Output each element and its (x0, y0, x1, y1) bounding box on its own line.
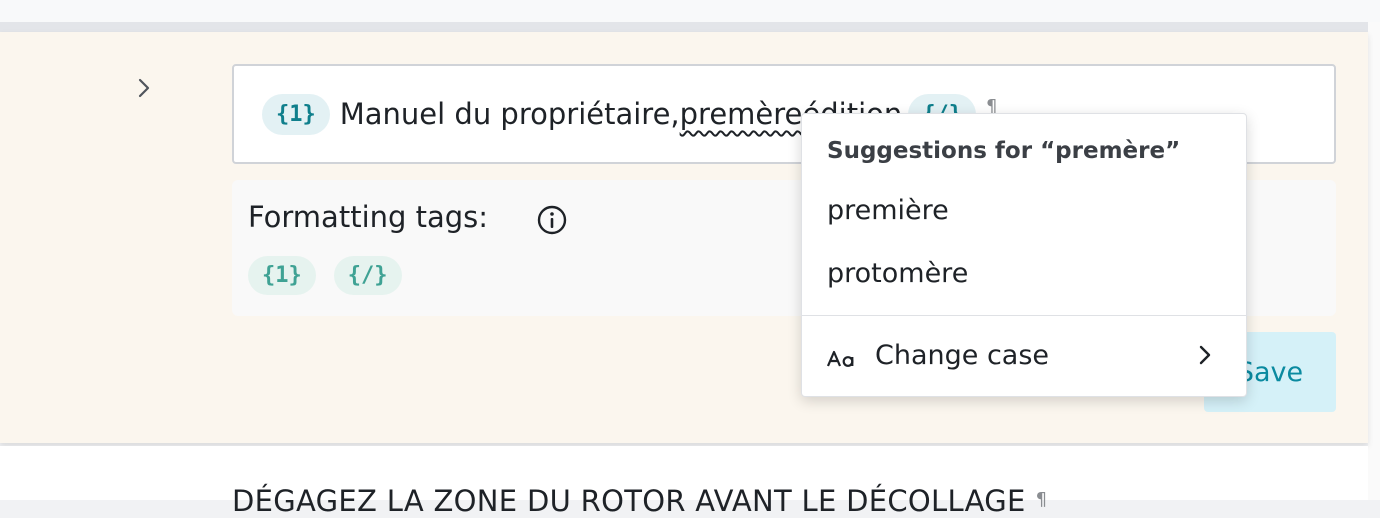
formatting-tags-label: Formatting tags: (248, 200, 489, 234)
spellcheck-context-menu: Suggestions for “premère” première proto… (801, 113, 1247, 397)
info-circle-icon[interactable] (536, 204, 568, 236)
segment-text-before: Manuel du propriétaire, (339, 97, 680, 131)
top-strip (0, 0, 1380, 22)
formatting-tag-close[interactable]: {/} (333, 256, 402, 295)
expand-chevron-icon[interactable] (133, 75, 155, 101)
next-segment-text[interactable]: DÉGAGEZ LA ZONE DU ROTOR AVANT LE DÉCOLL… (232, 484, 1047, 518)
suggestions-heading: Suggestions for “premère” (827, 138, 1181, 164)
change-case-label: Change case (875, 339, 1050, 371)
change-case-icon (826, 345, 859, 367)
menu-divider (802, 315, 1246, 316)
suggestion-item-protomere[interactable]: protomère (802, 248, 1246, 298)
change-case-menu-item[interactable]: Change case (802, 330, 1246, 380)
submenu-chevron-icon (1195, 342, 1215, 368)
next-segment-source: DÉGAGEZ LA ZONE DU ROTOR AVANT LE DÉCOLL… (232, 484, 1026, 518)
panel-separator (0, 22, 1368, 32)
suggestion-item-premiere[interactable]: première (802, 185, 1246, 235)
formatting-tag-list: {1} {/} (248, 256, 402, 295)
open-tag-chip[interactable]: {1} (262, 93, 330, 135)
misspelled-word[interactable]: premère (680, 97, 803, 131)
scroll-gutter (1368, 22, 1380, 500)
formatting-tag-open[interactable]: {1} (248, 256, 316, 295)
